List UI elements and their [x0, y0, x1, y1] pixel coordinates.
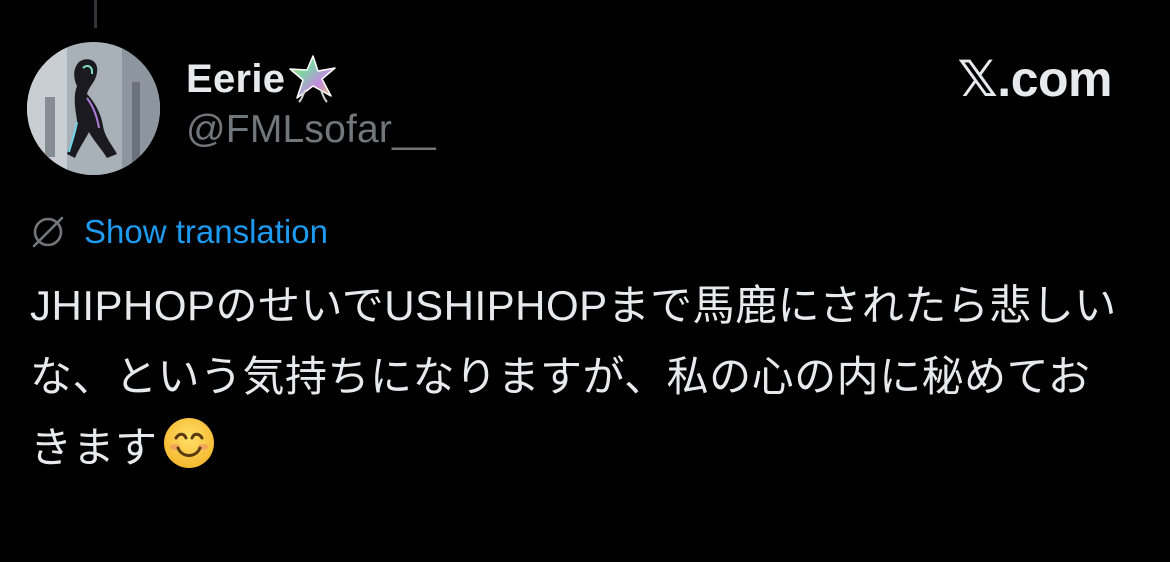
smiling-face-emoji — [163, 418, 214, 468]
author-display-name[interactable]: Eerie — [186, 57, 285, 102]
avatar-image — [27, 42, 160, 175]
x-com-logo: 𝕏.com — [957, 51, 1113, 107]
show-translation-row[interactable]: Show translation — [30, 208, 328, 256]
author-name-row[interactable]: Eerie — [186, 54, 339, 104]
show-translation-link[interactable]: Show translation — [84, 213, 328, 251]
star-struck-sparkle-icon — [289, 55, 337, 103]
avatar[interactable] — [27, 42, 160, 175]
globe-icon — [32, 216, 64, 248]
tweet-text: JHIPHOPのせいでUSHIPHOPまで馬鹿にされたら悲しいな、という気持ちに… — [30, 270, 1130, 483]
author-handle[interactable]: @FMLsofar__ — [186, 108, 436, 152]
thread-connector-line — [94, 0, 97, 28]
